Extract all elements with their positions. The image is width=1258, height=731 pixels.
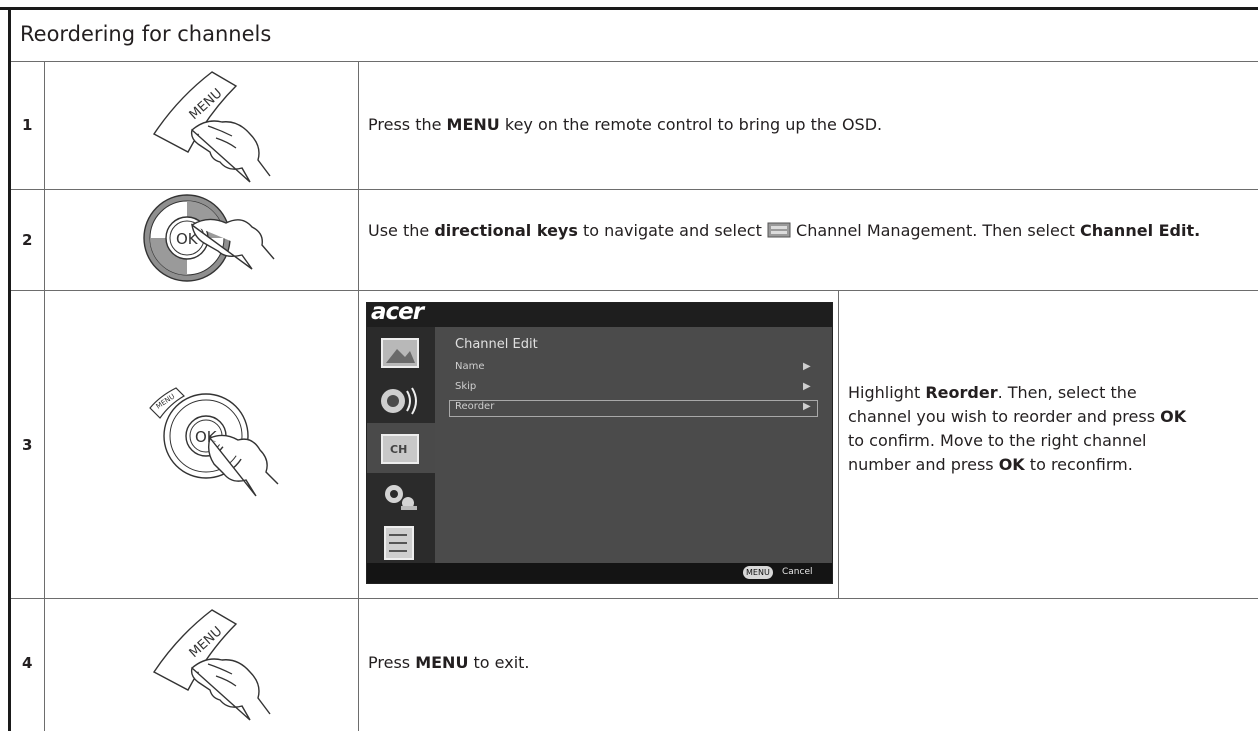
picture-icon (381, 338, 419, 368)
menu-key-press-icon: MENU (152, 609, 271, 721)
settings-icon (385, 485, 417, 510)
osd-menu-title: Channel Edit (455, 337, 538, 352)
osd-cancel-label: Cancel (782, 567, 813, 577)
step-number: 3 (22, 436, 33, 454)
channel-icon-label: CH (390, 443, 407, 456)
osd-menu-item-name[interactable]: Name (455, 361, 485, 372)
osd-main-panel (435, 327, 832, 563)
chevron-right-icon: ▶ (803, 381, 811, 392)
row-divider (11, 61, 1258, 62)
osd-top-bar (367, 303, 832, 327)
step-instruction: Highlight Reorder. Then, select the chan… (848, 383, 1187, 474)
osd-menu-item-reorder[interactable]: Reorder (455, 401, 494, 412)
osd-menu-key: MENU (743, 566, 773, 579)
acer-logo: acer (371, 302, 424, 325)
column-divider (358, 61, 359, 731)
step-number: 4 (22, 654, 33, 672)
page-title: Reordering for channels (20, 22, 272, 46)
channel-management-icon (767, 222, 791, 238)
row-divider (11, 189, 1258, 190)
channel-icon: CH (381, 434, 419, 464)
menu-key-press-icon: MENU (152, 71, 271, 183)
table-left-border (8, 7, 11, 731)
menu-ok-key-press-icon: MENU OK (149, 387, 279, 497)
step-instruction: Use the directional keys to navigate and… (368, 221, 1201, 240)
sound-icon (381, 387, 417, 415)
osd-screenshot: acer CH Channel Edit Name ▶ Skip ▶ Reord… (366, 302, 833, 584)
ok-key-press-icon: OK (143, 194, 275, 282)
osd-selection-highlight (449, 400, 818, 417)
step-number: 1 (22, 116, 33, 134)
table-top-border (0, 7, 1258, 10)
osd-menu-item-skip[interactable]: Skip (455, 381, 476, 392)
chevron-right-icon: ▶ (803, 401, 811, 412)
row-divider (11, 290, 1258, 291)
step-instruction: Press MENU to exit. (368, 653, 530, 672)
checklist-icon (384, 526, 414, 560)
step-instruction: Press the MENU key on the remote control… (368, 115, 883, 134)
column-divider (838, 290, 839, 598)
column-divider (44, 61, 45, 731)
row-divider (11, 598, 1258, 599)
chevron-right-icon: ▶ (803, 361, 811, 372)
step-number: 2 (22, 231, 33, 249)
